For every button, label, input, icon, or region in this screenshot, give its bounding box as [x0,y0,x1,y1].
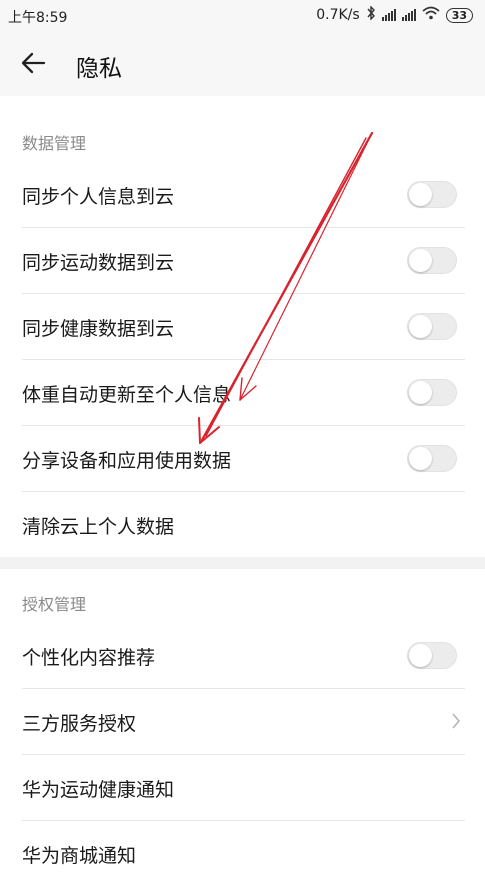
row-label: 华为商城通知 [22,845,137,867]
section-title-data-management: 数据管理 [22,134,87,153]
toggle-sync-health-data[interactable] [407,313,457,340]
row-label: 体重自动更新至个人信息 [22,384,232,406]
toggle-knob [409,381,432,404]
row-huawei-health-notification[interactable]: 华为运动健康通知 [22,754,465,821]
toggle-sync-personal-info[interactable] [407,181,457,208]
row-sync-health-data[interactable]: 同步健康数据到云 [22,293,465,360]
status-time: 上午8:59 [8,10,68,26]
row-label: 个性化内容推荐 [22,647,156,669]
row-sync-personal-info[interactable]: 同步个人信息到云 [22,161,465,228]
battery-icon: 33 [445,7,473,23]
row-clear-cloud-data[interactable]: 清除云上个人数据 [22,491,465,557]
row-label: 华为运动健康通知 [22,779,175,801]
back-button[interactable] [18,48,58,78]
row-weight-auto-update[interactable]: 体重自动更新至个人信息 [22,359,465,426]
row-personalized-recommendation[interactable]: 个性化内容推荐 [22,622,465,689]
page-title: 隐私 [76,56,122,82]
section-divider [0,557,485,569]
row-label: 同步健康数据到云 [22,318,175,340]
row-label: 分享设备和应用使用数据 [22,450,232,472]
app-header: 隐私 [0,30,485,96]
row-huawei-mall-notification[interactable]: 华为商城通知 [22,820,465,886]
signal-icon-2 [401,9,416,21]
status-icons: 0.7K/s 33 [316,5,473,24]
toggle-knob [409,315,432,338]
toggle-sync-sport-data[interactable] [407,247,457,274]
status-bar: 上午8:59 0.7K/s 33 [0,0,485,30]
row-label: 同步运动数据到云 [22,252,175,274]
signal-icon [381,9,396,21]
wifi-icon [422,6,440,24]
bluetooth-icon [366,5,376,24]
row-label: 清除云上个人数据 [22,516,175,538]
toggle-share-usage-data[interactable] [407,445,457,472]
chevron-right-icon [452,713,461,729]
toggle-knob [409,183,432,206]
toggle-weight-auto-update[interactable] [407,379,457,406]
section-title-auth-management: 授权管理 [22,595,87,614]
toggle-knob [409,447,432,470]
row-label: 同步个人信息到云 [22,186,175,208]
back-arrow-icon [21,52,46,74]
row-sync-sport-data[interactable]: 同步运动数据到云 [22,227,465,294]
toggle-personalized-recommendation[interactable] [407,642,457,669]
row-share-usage-data[interactable]: 分享设备和应用使用数据 [22,425,465,492]
toggle-knob [409,644,432,667]
network-speed: 0.7K/s [316,7,360,23]
row-third-party-auth[interactable]: 三方服务授权 [22,688,465,755]
row-label: 三方服务授权 [22,713,137,735]
toggle-knob [409,249,432,272]
